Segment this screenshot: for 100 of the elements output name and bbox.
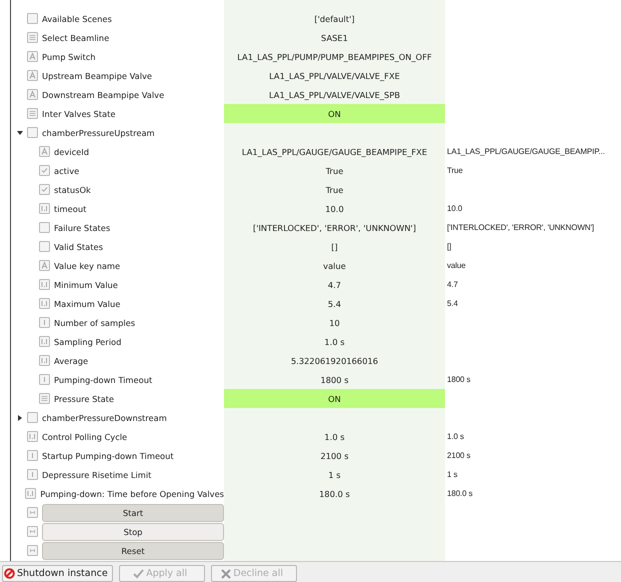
property-name: Value key name xyxy=(54,260,120,270)
edit-value[interactable]: 1.0 s xyxy=(447,432,464,441)
property-name: Control Polling Cycle xyxy=(42,432,128,442)
property-name: chamberPressureUpstream xyxy=(42,128,155,138)
property-value: ON xyxy=(328,108,341,118)
property-name: Upstream Beampipe Valve xyxy=(42,70,152,80)
edit-value[interactable]: value xyxy=(447,261,466,270)
property-name: Pumping-down Timeout xyxy=(54,374,152,384)
property-value: 1.0 s xyxy=(324,432,345,442)
number-icon xyxy=(39,374,50,385)
property-name: Inter Valves State xyxy=(42,108,116,118)
empty-square-icon xyxy=(27,13,38,24)
letter-icon xyxy=(39,146,50,157)
edit-value[interactable]: LA1_LAS_PPL/GAUGE/GAUGE_BEAMPIP... xyxy=(447,147,605,156)
property-value: ON xyxy=(328,394,341,404)
property-name: Average xyxy=(54,356,88,366)
property-value: True xyxy=(326,166,344,176)
property-value: SASE1 xyxy=(321,32,348,42)
property-name: timeout xyxy=(54,204,86,214)
property-value: LA1_LAS_PPL/VALVE/VALVE_FXE xyxy=(269,70,400,80)
property-value: LA1_LAS_PPL/VALVE/VALVE_SPB xyxy=(268,90,400,100)
shutdown-button[interactable]: Shutdown instance xyxy=(2,565,113,582)
list-icon xyxy=(27,32,38,43)
number-icon xyxy=(39,317,50,328)
letter-icon xyxy=(27,70,38,81)
decimal-icon xyxy=(27,431,38,442)
property-name: Failure States xyxy=(54,222,110,232)
property-name: Downstream Beampipe Valve xyxy=(42,90,164,100)
edit-value[interactable]: 4.7 xyxy=(447,280,458,289)
empty-square-icon xyxy=(27,412,38,423)
property-value: ['INTERLOCKED', 'ERROR', 'UNKNOWN'] xyxy=(252,222,416,232)
property-name: Depressure Risetime Limit xyxy=(42,470,152,480)
property-name: Maximum Value xyxy=(54,298,120,308)
property-value: 4.7 xyxy=(328,280,342,290)
property-name: Select Beamline xyxy=(42,32,110,42)
property-value: 5.322061920166016 xyxy=(290,356,378,366)
property-value: LA1_LAS_PPL/GAUGE/GAUGE_BEAMPIPE_FXE xyxy=(242,146,428,156)
property-value: 2100 s xyxy=(320,450,349,460)
property-name: Sampling Period xyxy=(54,336,122,346)
list-icon xyxy=(27,108,38,119)
edit-value[interactable]: True xyxy=(447,166,463,175)
edit-value[interactable]: 10.0 xyxy=(447,204,462,213)
stop-icon xyxy=(4,568,15,579)
decimal-icon xyxy=(25,488,36,499)
edit-value[interactable]: 180.0 s xyxy=(447,489,473,498)
expand-arrow-icon[interactable] xyxy=(17,130,23,136)
empty-square-icon xyxy=(39,222,50,233)
edit-value[interactable]: 1800 s xyxy=(447,375,470,384)
decimal-icon xyxy=(39,336,50,347)
property-value: ['default'] xyxy=(314,14,355,24)
command-button[interactable]: Reset xyxy=(42,542,224,560)
decimal-icon xyxy=(39,279,50,290)
property-value: 1.0 s xyxy=(324,336,345,346)
property-name: chamberPressureDownstream xyxy=(42,412,167,422)
property-name: statusOk xyxy=(54,184,91,194)
check-icon xyxy=(39,184,50,195)
property-name: deviceId xyxy=(54,146,89,156)
edit-value[interactable]: 5.4 xyxy=(447,299,458,308)
property-name: Pumping-down: Time before Opening Valves xyxy=(40,488,224,498)
decimal-icon xyxy=(39,298,50,309)
decimal-icon xyxy=(39,203,50,214)
property-name: Pressure State xyxy=(54,394,114,404)
slot-icon xyxy=(27,526,38,537)
slot-icon xyxy=(27,507,38,518)
property-name: Startup Pumping-down Timeout xyxy=(42,450,174,460)
command-button[interactable]: Start xyxy=(42,504,224,522)
check-icon xyxy=(39,165,50,176)
property-value: True xyxy=(326,184,344,194)
property-name: Minimum Value xyxy=(54,280,118,290)
property-name: Number of samples xyxy=(54,318,136,328)
property-value: 10 xyxy=(329,318,340,328)
empty-square-icon xyxy=(27,127,38,138)
edit-value[interactable]: [] xyxy=(447,242,452,251)
property-value: 5.4 xyxy=(328,298,342,308)
check-icon xyxy=(133,568,144,579)
letter-icon xyxy=(27,51,38,62)
edit-value[interactable]: 1 s xyxy=(447,470,458,479)
command-button[interactable]: Stop xyxy=(42,522,224,540)
property-name: Pump Switch xyxy=(42,52,96,62)
empty-square-icon xyxy=(39,241,50,252)
property-value: 180.0 s xyxy=(319,488,350,498)
property-value: LA1_LAS_PPL/PUMP/PUMP_BEAMPIPES_ON_OFF xyxy=(237,52,432,62)
property-value: 1800 s xyxy=(320,374,349,384)
close-icon xyxy=(221,568,232,578)
expand-arrow-icon[interactable] xyxy=(17,414,23,420)
number-icon xyxy=(27,469,38,480)
property-value: [] xyxy=(331,242,338,252)
number-icon xyxy=(27,450,38,461)
property-name: Valid States xyxy=(54,242,103,252)
property-value: 10.0 xyxy=(325,204,344,214)
property-name: active xyxy=(54,166,80,176)
list-icon xyxy=(39,393,50,404)
property-value: value xyxy=(323,260,346,270)
decimal-icon xyxy=(39,355,50,366)
slot-icon xyxy=(27,545,38,556)
property-name: Available Scenes xyxy=(42,14,112,24)
edit-value[interactable]: ['INTERLOCKED', 'ERROR', 'UNKNOWN'] xyxy=(447,223,594,232)
letter-icon xyxy=(39,260,50,271)
letter-icon xyxy=(27,89,38,100)
edit-value[interactable]: 2100 s xyxy=(447,451,470,460)
